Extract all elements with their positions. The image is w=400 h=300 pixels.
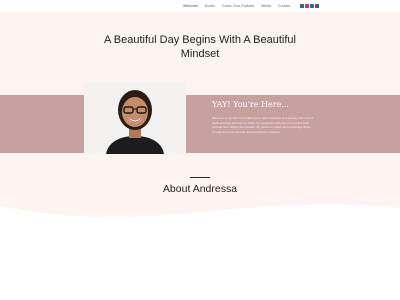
linkedin-icon[interactable] (310, 4, 314, 8)
nav-item-welcome[interactable]: Welcome (183, 4, 198, 8)
nav-links: Welcome Books Grace Club Podcast Media C… (183, 4, 297, 8)
nav-item-podcast[interactable]: Grace Club Podcast (222, 4, 254, 8)
nav-item-books[interactable]: Books (205, 4, 215, 8)
intro-text: Welcome to my site! I'm excited you're h… (212, 116, 314, 134)
profile-photo (84, 82, 186, 154)
top-navigation: Welcome Books Grace Club Podcast Media C… (0, 0, 400, 12)
social-links (300, 4, 319, 8)
about-heading: About Andressa (162, 183, 238, 195)
hero-headline-line-1: A Beautiful Day Begins With A Beautiful (103, 34, 296, 46)
portrait-illustration (84, 82, 186, 154)
instagram-icon[interactable] (305, 4, 309, 8)
nav-item-media[interactable]: Media (261, 4, 271, 8)
youtube-icon[interactable] (315, 4, 319, 8)
facebook-icon[interactable] (300, 4, 304, 8)
nav-item-contact[interactable]: Contact (278, 4, 290, 8)
hero-headline-line-2: Mindset (180, 48, 220, 60)
page: Welcome Books Grace Club Podcast Media C… (0, 0, 400, 300)
heading-divider (190, 177, 210, 178)
hero-headline: A Beautiful Day Begins With A Beautiful … (0, 33, 400, 61)
section-wave-divider (0, 204, 400, 228)
intro-band (0, 95, 400, 153)
intro-title: YAY! You're Here... (212, 100, 289, 109)
